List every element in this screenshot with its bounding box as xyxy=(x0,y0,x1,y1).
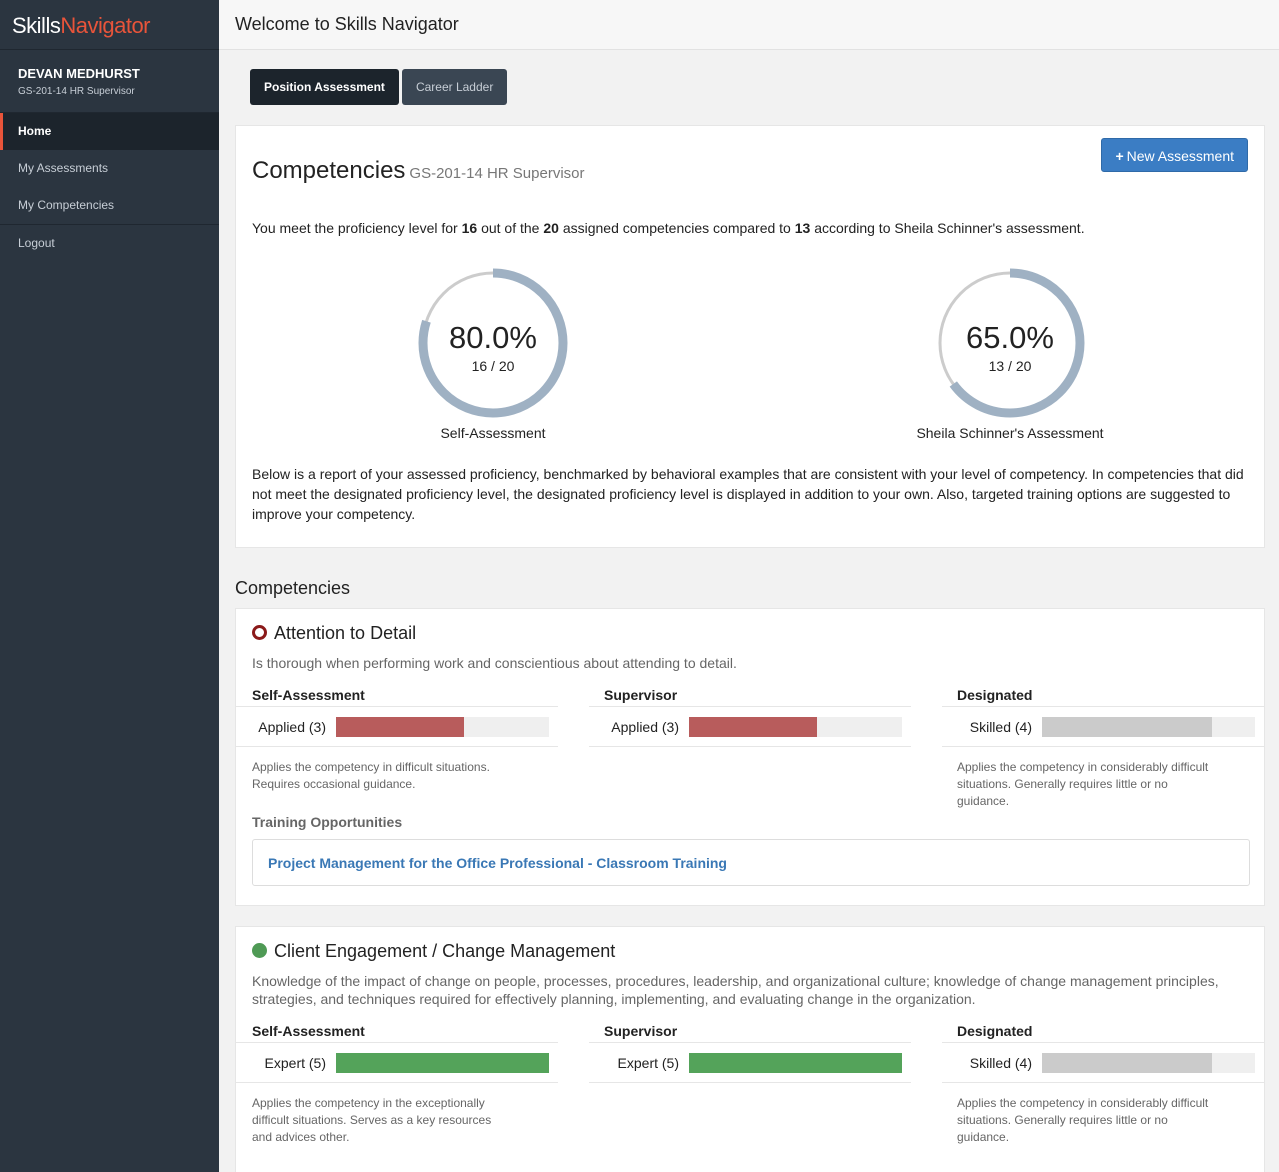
level-bar xyxy=(689,1053,902,1073)
user-role: GS-201-14 HR Supervisor xyxy=(18,86,135,97)
level-bar-fill xyxy=(1042,717,1213,737)
self-assessment-ring: 80.0% 16 / 20 xyxy=(418,268,568,418)
level-bar xyxy=(1042,717,1255,737)
sidebar-item-my-competencies[interactable]: My Competencies xyxy=(0,187,219,224)
not-met-status-icon xyxy=(252,625,267,640)
summary-text-4: according to Sheila Schinner's assessmen… xyxy=(810,220,1085,236)
sidebar-item-my-assessments[interactable]: My Assessments xyxy=(0,150,219,187)
level-label: Expert (5) xyxy=(264,1055,326,1071)
sidebar-item-logout[interactable]: Logout xyxy=(0,225,219,262)
level-row-self: Expert (5) xyxy=(236,1042,558,1083)
level-bar-fill xyxy=(336,1053,549,1073)
page-title: Welcome to Skills Navigator xyxy=(235,14,459,34)
level-bar xyxy=(1042,1053,1255,1073)
competency-description: Knowledge of the impact of change on peo… xyxy=(252,973,1219,1007)
competencies-summary-panel: Competencies GS-201-14 HR Supervisor + New… xyxy=(235,125,1265,548)
column-head-self: Self-Assessment xyxy=(252,1023,365,1039)
column-head-supervisor: Supervisor xyxy=(604,1023,678,1039)
summary-total: 20 xyxy=(543,220,559,236)
level-label: Expert (5) xyxy=(617,1055,679,1071)
training-item: Project Management for the Office Profes… xyxy=(252,839,1250,886)
proficiency-summary: You meet the proficiency level for 16 ou… xyxy=(252,220,1085,236)
level-bar-fill xyxy=(336,717,464,737)
logo-part2: Navigator xyxy=(60,13,150,38)
met-status-icon xyxy=(252,943,267,958)
column-head-designated: Designated xyxy=(957,687,1033,703)
level-row-designated: Skilled (4) xyxy=(942,1042,1264,1083)
level-bar xyxy=(689,717,902,737)
level-bar-fill xyxy=(1042,1053,1213,1073)
tab-position-assessment[interactable]: Position Assessment xyxy=(250,69,399,105)
level-label: Skilled (4) xyxy=(969,1055,1032,1071)
level-description-self: Applies the competency in difficult situ… xyxy=(252,760,490,791)
panel-heading: Competencies GS-201-14 HR Supervisor xyxy=(252,157,585,185)
training-opportunities-title: Training Opportunities xyxy=(252,814,403,830)
competency-title-text: Client Engagement / Change Management xyxy=(274,941,616,961)
panel-title: Competencies xyxy=(252,157,406,184)
ring-fraction: 16 / 20 xyxy=(471,358,515,374)
competency-title-text: Attention to Detail xyxy=(274,623,417,643)
competencies-section-title: Competencies xyxy=(235,578,351,598)
panel-subtitle: GS-201-14 HR Supervisor xyxy=(409,165,585,182)
competency-card: Client Engagement / Change Management Kn… xyxy=(235,926,1265,1172)
self-assessment-label: Self-Assessment xyxy=(440,425,546,441)
ring-percent: 80.0% xyxy=(449,320,537,355)
competency-title: Attention to Detail xyxy=(252,623,416,644)
summary-text-1: You meet the proficiency level for xyxy=(252,220,462,236)
new-assessment-button[interactable]: + New Assessment xyxy=(1101,138,1248,172)
level-description-designated: Applies the competency in considerably d… xyxy=(957,1096,1209,1144)
supervisor-assessment-ring: 65.0% 13 / 20 xyxy=(935,268,1085,418)
column-head-self: Self-Assessment xyxy=(252,687,365,703)
user-info: DEVAN MEDHURST GS-201-14 HR Supervisor xyxy=(0,50,219,113)
level-label: Applied (3) xyxy=(611,719,679,735)
competency-card: Attention to Detail Is thorough when per… xyxy=(235,608,1265,906)
plus-icon: + xyxy=(1115,148,1124,164)
level-row-self: Applied (3) xyxy=(236,706,558,747)
competency-title: Client Engagement / Change Management xyxy=(252,941,615,962)
level-bar-fill xyxy=(689,717,817,737)
user-name: DEVAN MEDHURST xyxy=(18,66,140,81)
new-assessment-label: New Assessment xyxy=(1126,148,1234,164)
level-bar-fill xyxy=(689,1053,902,1073)
level-description-designated: Applies the competency in considerably d… xyxy=(957,760,1209,808)
summary-other-met: 13 xyxy=(794,220,811,236)
tab-career-ladder[interactable]: Career Ladder xyxy=(401,69,508,105)
column-head-designated: Designated xyxy=(957,1023,1033,1039)
summary-text-3: assigned competencies compared to xyxy=(558,220,795,236)
level-row-supervisor: Applied (3) xyxy=(589,706,911,747)
summary-met: 16 xyxy=(461,220,478,236)
level-label: Skilled (4) xyxy=(969,719,1032,735)
ring-percent: 65.0% xyxy=(966,320,1054,355)
level-label: Applied (3) xyxy=(258,719,326,735)
competency-description: Is thorough when performing work and con… xyxy=(252,655,737,671)
level-row-designated: Skilled (4) xyxy=(942,706,1264,747)
ring-fraction: 13 / 20 xyxy=(988,358,1032,374)
sidebar: SkillsNavigator DEVAN MEDHURST GS-201-14… xyxy=(0,0,219,1172)
summary-text-2: out of the xyxy=(477,220,544,236)
sidebar-item-home[interactable]: Home xyxy=(0,113,219,150)
tab-bar: Position Assessment Career Ladder xyxy=(250,69,508,105)
report-description: Below is a report of your assessed profi… xyxy=(252,466,1244,522)
level-bar xyxy=(336,717,549,737)
supervisor-assessment-label: Sheila Schinner's Assessment xyxy=(916,425,1104,441)
app-logo[interactable]: SkillsNavigator xyxy=(0,0,219,50)
logo-part1: Skills xyxy=(12,13,61,38)
column-head-supervisor: Supervisor xyxy=(604,687,678,703)
training-link[interactable]: Project Management for the Office Profes… xyxy=(268,855,727,871)
level-description-self: Applies the competency in the exceptiona… xyxy=(252,1096,492,1144)
level-row-supervisor: Expert (5) xyxy=(589,1042,911,1083)
level-bar xyxy=(336,1053,549,1073)
top-bar: Welcome to Skills Navigator xyxy=(219,0,1279,50)
